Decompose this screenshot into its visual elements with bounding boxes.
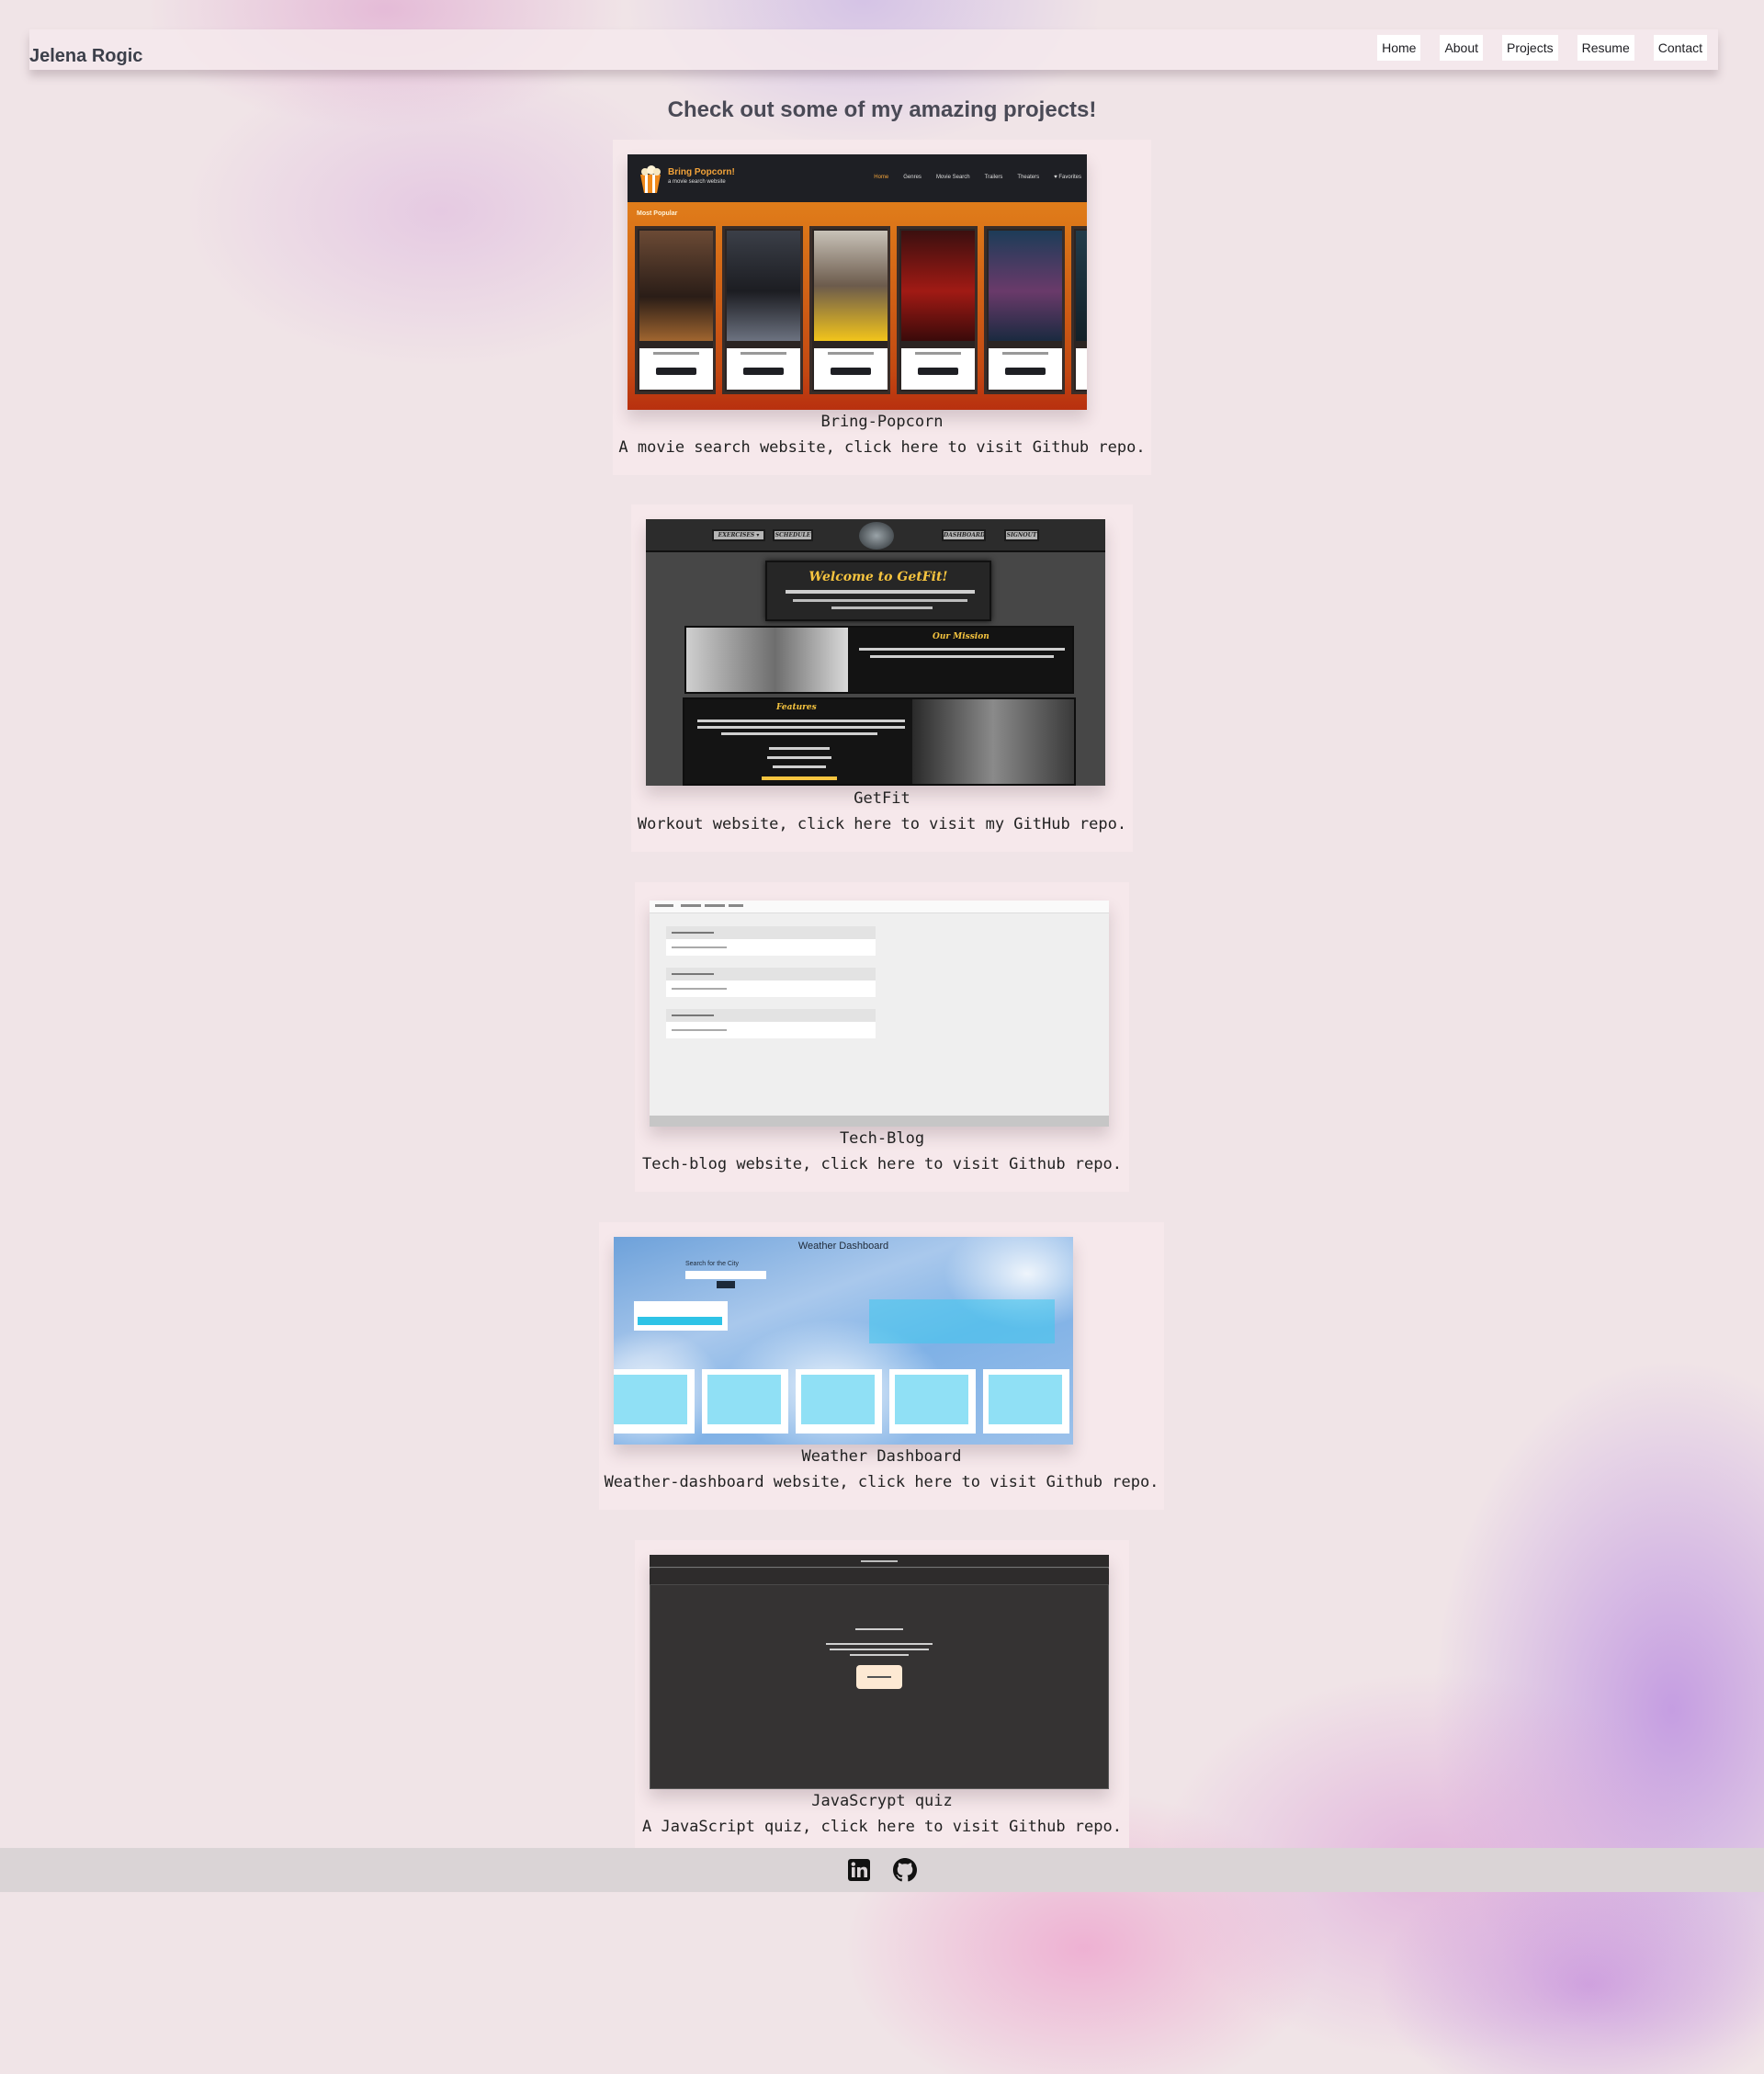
blog-post-card <box>666 1009 876 1038</box>
forecast-card <box>702 1369 788 1434</box>
project-card-javascrypt-quiz[interactable]: JavaScrypt quiz A JavaScript quiz, click… <box>635 1540 1129 1848</box>
getfit-mission-title: Our Mission <box>933 632 989 641</box>
blog-post-card <box>666 926 876 956</box>
site-header: Jelena Rogic Home About Projects Resume … <box>29 29 1718 70</box>
forecast-card <box>983 1369 1069 1434</box>
getfit-nav-schedule: SCHEDULE <box>773 529 813 541</box>
popcorn-tagline: a movie search website <box>668 179 726 185</box>
forecast-card <box>796 1369 882 1434</box>
movie-card <box>635 226 716 394</box>
linkedin-icon[interactable] <box>847 1858 871 1882</box>
getfit-nav-signout: SIGNOUT <box>1004 529 1039 541</box>
nav-contact[interactable]: Contact <box>1653 35 1707 61</box>
project-title: JavaScrypt quiz <box>811 1792 953 1810</box>
project-screenshot[interactable]: Bring Popcorn! a movie search website Ho… <box>628 154 1087 410</box>
project-screenshot[interactable] <box>650 1555 1109 1789</box>
movie-card <box>809 226 890 394</box>
project-card-weather-dashboard[interactable]: Weather Dashboard Search for the City We… <box>599 1222 1164 1510</box>
popcorn-section-title: Most Popular <box>637 210 678 217</box>
project-card-bring-popcorn[interactable]: Bring Popcorn! a movie search website Ho… <box>613 140 1151 475</box>
project-card-getfit[interactable]: EXERCISES ▾ SCHEDULE DASHBOARD SIGNOUT W… <box>631 504 1133 852</box>
forecast-card <box>614 1369 695 1434</box>
getfit-nav-exercises: EXERCISES ▾ <box>712 529 765 541</box>
getfit-nav-dashboard: DASHBOARD <box>942 529 986 541</box>
forecast-card <box>889 1369 976 1434</box>
project-title: Tech-Blog <box>839 1129 925 1148</box>
quiz-start-button <box>856 1665 902 1689</box>
weather-search-label: Search for the City <box>685 1261 739 1267</box>
movie-card <box>897 226 978 394</box>
project-screenshot[interactable]: Weather Dashboard Search for the City <box>614 1237 1073 1445</box>
weather-search-button <box>717 1281 735 1288</box>
movie-card <box>984 226 1065 394</box>
movie-card <box>1071 226 1087 394</box>
getfit-logo-icon <box>859 522 894 550</box>
project-title: Weather Dashboard <box>801 1447 962 1466</box>
nav-about[interactable]: About <box>1440 35 1484 61</box>
getfit-features-title: Features <box>776 703 817 712</box>
weather-search-input <box>685 1271 766 1279</box>
project-link-description[interactable]: Tech-blog website, click here to visit G… <box>635 1155 1129 1173</box>
popcorn-brand: Bring Popcorn! <box>668 167 735 177</box>
project-screenshot[interactable]: EXERCISES ▾ SCHEDULE DASHBOARD SIGNOUT W… <box>646 519 1105 786</box>
getfit-welcome-title: Welcome to GetFit! <box>808 570 948 584</box>
weather-saved-city <box>634 1301 728 1331</box>
project-link-description[interactable]: A movie search website, click here to vi… <box>613 438 1151 457</box>
nav-resume[interactable]: Resume <box>1577 35 1634 61</box>
page-title: Check out some of my amazing projects! <box>667 97 1097 122</box>
project-link-description[interactable]: Weather-dashboard website, click here to… <box>599 1473 1164 1491</box>
site-footer <box>0 1848 1764 1892</box>
github-icon[interactable] <box>893 1858 917 1882</box>
getfit-features-image <box>912 699 1074 784</box>
popcorn-nav: Home Genres Movie Search Trailers Theate… <box>874 175 1081 180</box>
project-title: Bring-Popcorn <box>820 413 944 431</box>
brand-name[interactable]: Jelena Rogic <box>29 46 142 67</box>
nav-home[interactable]: Home <box>1377 35 1421 61</box>
weather-current-panel <box>869 1299 1055 1343</box>
project-link-description[interactable]: Workout website, click here to visit my … <box>631 815 1133 833</box>
project-card-tech-blog[interactable]: Tech-Blog Tech-blog website, click here … <box>635 882 1129 1192</box>
popcorn-logo-icon <box>640 165 661 193</box>
project-link-description[interactable]: A JavaScript quiz, click here to visit G… <box>635 1818 1129 1836</box>
project-title: GetFit <box>854 789 910 808</box>
project-screenshot[interactable] <box>650 901 1109 1127</box>
main-nav: Home About Projects Resume Contact <box>1377 35 1707 61</box>
nav-projects[interactable]: Projects <box>1502 35 1558 61</box>
blog-post-card <box>666 968 876 997</box>
getfit-mission-image <box>686 628 848 692</box>
movie-card <box>722 226 803 394</box>
weather-title: Weather Dashboard <box>797 1241 889 1252</box>
